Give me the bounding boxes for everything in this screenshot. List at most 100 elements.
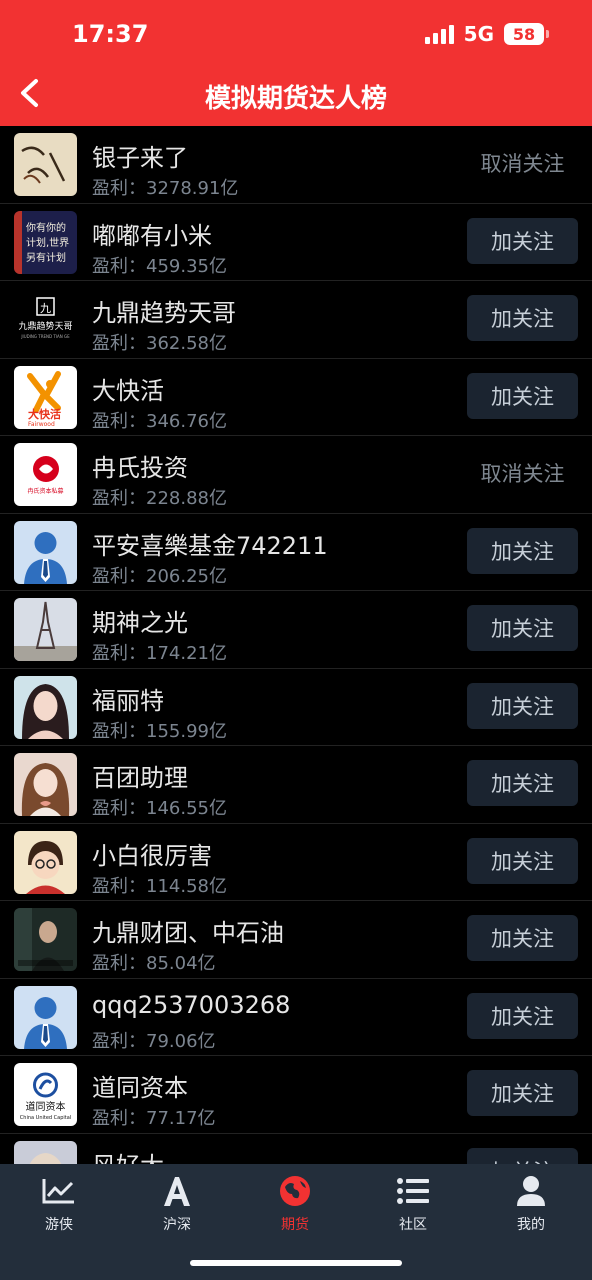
svg-text:计划,世界: 计划,世界 — [26, 236, 69, 249]
user-profit: 盈利：114.58亿 — [92, 875, 227, 897]
list-item[interactable]: qqq2537003268 盈利：79.06亿 加关注 — [0, 979, 592, 1056]
user-name[interactable]: 嘟嘟有小米 — [92, 216, 212, 251]
follow-button[interactable]: 加关注 — [467, 682, 578, 729]
list-item[interactable]: 百团助理 盈利：146.55亿 加关注 — [0, 746, 592, 824]
page-title: 模拟期货达人榜 — [204, 84, 387, 114]
network-type: 5G — [463, 22, 494, 46]
letter-a-icon — [164, 1177, 190, 1206]
user-profit: 盈利：85.04亿 — [92, 953, 216, 974]
avatar[interactable]: 冉氏资本私募 — [14, 443, 77, 506]
user-name[interactable]: 大快活 — [92, 371, 164, 406]
list-item[interactable]: 道同资本 China United Capital 道同资本 盈利：77.17亿… — [0, 1056, 592, 1134]
chart-line-icon — [42, 1179, 74, 1204]
user-profit: 盈利：362.58亿 — [92, 333, 227, 354]
list-item[interactable]: 风好大 加关注 — [0, 1134, 592, 1165]
header-bar: 17:37 5G 58 模拟期货达人榜 — [0, 0, 592, 126]
tab-label: 沪深 — [163, 1217, 191, 1233]
user-name[interactable]: 银子来了 — [92, 138, 188, 173]
list-item[interactable]: 九 九鼎趋势天哥 JIUDING TREND TIAN GE 九鼎趋势天哥 盈利… — [0, 281, 592, 359]
list-item[interactable]: 大快活 Fairwood 大快活 盈利：346.76亿 加关注 — [0, 359, 592, 436]
svg-text:九鼎趋势天哥: 九鼎趋势天哥 — [18, 320, 72, 332]
list-icon — [397, 1178, 429, 1204]
user-name[interactable]: 九鼎财团、中石油 — [92, 913, 284, 948]
tab-qihuo[interactable]: 期货 — [236, 1174, 354, 1234]
signal-icon — [424, 24, 454, 44]
avatar[interactable] — [14, 830, 77, 894]
status-time: 17:37 — [72, 20, 149, 48]
user-name[interactable]: qqq2537003268 — [92, 991, 290, 1019]
user-name[interactable]: 平安喜樂基金742211 — [92, 526, 328, 561]
follow-button[interactable]: 加关注 — [467, 992, 578, 1039]
avatar[interactable] — [14, 133, 77, 196]
unfollow-button[interactable]: 取消关注 — [467, 140, 578, 186]
list-item[interactable]: 你有你的 计划,世界 另有计划 嘟嘟有小米 盈利：459.35亿 加关注 — [0, 204, 592, 281]
avatar[interactable] — [14, 985, 77, 1049]
user-profit: 盈利：174.21亿 — [92, 643, 227, 664]
list-item[interactable]: 平安喜樂基金742211 盈利：206.25亿 加关注 — [0, 514, 592, 591]
follow-button[interactable]: 加关注 — [467, 217, 578, 264]
ranking-list[interactable]: 银子来了 盈利：3278.91亿 取消关注 你有你的 计划,世界 另有计划 嘟嘟… — [0, 126, 592, 1164]
user-name[interactable]: 道同资本 — [92, 1068, 188, 1103]
avatar[interactable] — [14, 753, 77, 816]
avatar[interactable]: 九 九鼎趋势天哥 JIUDING TREND TIAN GE — [14, 288, 77, 351]
follow-button[interactable]: 加关注 — [467, 1070, 578, 1116]
list-item[interactable]: 九鼎财团、中石油 盈利：85.04亿 加关注 — [0, 901, 592, 979]
battery-icon: 58 — [504, 23, 549, 45]
avatar[interactable] — [14, 1140, 77, 1164]
svg-text:另有计划: 另有计划 — [26, 251, 66, 264]
tab-hushen[interactable]: 沪深 — [118, 1174, 236, 1234]
avatar[interactable] — [14, 908, 77, 971]
user-name[interactable]: 福丽特 — [92, 681, 164, 716]
status-indicators: 5G 58 — [424, 22, 549, 46]
user-profit: 盈利：228.88亿 — [92, 488, 227, 509]
user-name[interactable]: 冉氏投资 — [92, 448, 188, 483]
avatar[interactable] — [14, 675, 77, 739]
user-profit: 盈利：77.17亿 — [92, 1108, 216, 1129]
user-name[interactable]: 九鼎趋势天哥 — [92, 293, 236, 328]
tab-label: 游侠 — [45, 1217, 73, 1233]
user-profit: 盈利：146.55亿 — [92, 798, 227, 819]
user-profit: 盈利：459.35亿 — [92, 255, 227, 277]
list-item[interactable]: 期神之光 盈利：174.21亿 加关注 — [0, 591, 592, 669]
follow-button[interactable]: 加关注 — [467, 527, 578, 574]
follow-button[interactable]: 加关注 — [467, 760, 578, 806]
tab-label: 社区 — [399, 1217, 427, 1233]
list-item[interactable]: 银子来了 盈利：3278.91亿 取消关注 — [0, 126, 592, 204]
list-item[interactable]: 冉氏资本私募 冉氏投资 盈利：228.88亿 取消关注 — [0, 436, 592, 514]
user-profit: 盈利：206.25亿 — [92, 565, 227, 587]
follow-button[interactable]: 加关注 — [467, 605, 578, 651]
avatar[interactable]: 你有你的 计划,世界 另有计划 — [14, 210, 77, 274]
home-indicator[interactable] — [190, 1260, 402, 1266]
tab-label: 期货 — [281, 1217, 309, 1233]
unfollow-button[interactable]: 取消关注 — [467, 450, 578, 496]
tab-shequ[interactable]: 社区 — [354, 1174, 472, 1234]
user-icon — [517, 1176, 545, 1206]
tab-wode[interactable]: 我的 — [472, 1174, 590, 1234]
follow-button[interactable]: 加关注 — [467, 1147, 578, 1164]
avatar[interactable]: 大快活 Fairwood — [14, 365, 77, 429]
follow-button[interactable]: 加关注 — [467, 915, 578, 961]
globe-icon — [280, 1176, 310, 1206]
svg-text:冉氏资本私募: 冉氏资本私募 — [27, 487, 63, 495]
svg-text:九: 九 — [40, 302, 51, 315]
user-name[interactable]: 百团助理 — [92, 758, 188, 793]
user-name[interactable]: 风好大 — [92, 1146, 164, 1165]
list-item[interactable]: 福丽特 盈利：155.99亿 加关注 — [0, 669, 592, 746]
avatar[interactable]: 道同资本 China United Capital — [14, 1063, 77, 1126]
tab-label: 我的 — [517, 1217, 545, 1233]
svg-text:China United Capital: China United Capital — [20, 1115, 71, 1121]
follow-button[interactable]: 加关注 — [467, 837, 578, 884]
avatar[interactable] — [14, 520, 77, 584]
user-profit: 盈利：346.76亿 — [92, 410, 227, 432]
user-name[interactable]: 期神之光 — [92, 603, 188, 638]
tab-youxia[interactable]: 游侠 — [0, 1174, 118, 1234]
svg-text:你有你的: 你有你的 — [26, 221, 66, 234]
svg-text:大快活: 大快活 — [28, 407, 61, 421]
follow-button[interactable]: 加关注 — [467, 372, 578, 419]
list-item[interactable]: 小白很厉害 盈利：114.58亿 加关注 — [0, 824, 592, 901]
svg-text:Fairwood: Fairwood — [28, 421, 55, 428]
avatar[interactable] — [14, 598, 77, 661]
user-name[interactable]: 小白很厉害 — [92, 836, 212, 871]
user-profit: 盈利：3278.91亿 — [92, 178, 239, 199]
follow-button[interactable]: 加关注 — [467, 295, 578, 341]
